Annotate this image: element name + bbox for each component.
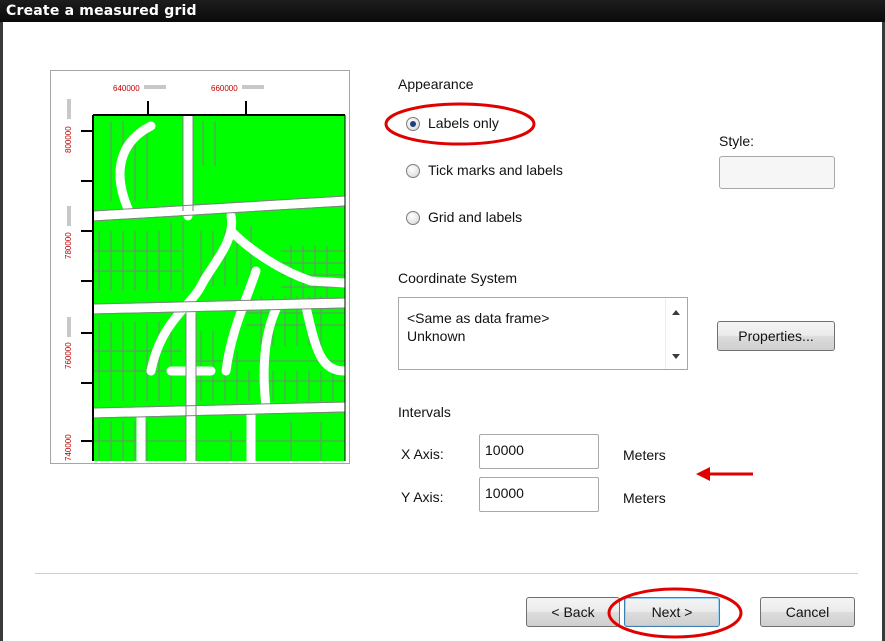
title-bar: Create a measured grid: [0, 0, 885, 22]
grid-preview: 640000 660000 800000 780000 760000 74000…: [50, 70, 350, 464]
coordinate-system-line: Unknown: [407, 328, 466, 344]
radio-label: Tick marks and labels: [428, 162, 563, 178]
y-axis-interval-input[interactable]: 10000: [479, 477, 599, 512]
radio-label: Grid and labels: [428, 209, 523, 225]
parcel-map: [88, 110, 349, 463]
y-axis-label: Y Axis:: [401, 489, 444, 505]
back-button[interactable]: < Back: [526, 597, 620, 627]
x-tick-label: 660000: [211, 84, 238, 93]
radio-labels-only[interactable]: Labels only: [406, 115, 546, 135]
footer-separator: [35, 573, 858, 574]
x-axis-label: X Axis:: [401, 446, 444, 462]
x-axis-unit: Meters: [623, 447, 666, 463]
y-tick-label: 800000: [64, 126, 73, 153]
scroll-down-icon[interactable]: [672, 354, 680, 359]
y-tick-label: 740000: [64, 434, 73, 461]
style-label: Style:: [719, 133, 755, 149]
window-frame-left: [0, 22, 3, 641]
x-axis-interval-value: 10000: [485, 442, 524, 458]
radio-button[interactable]: [406, 211, 420, 225]
x-axis-interval-input[interactable]: 10000: [479, 434, 599, 469]
y-axis-interval-value: 10000: [485, 485, 524, 501]
coordinate-system-heading: Coordinate System: [398, 270, 518, 286]
y-axis-unit: Meters: [623, 490, 666, 506]
style-selector-button[interactable]: [719, 156, 835, 189]
appearance-heading: Appearance: [398, 76, 474, 92]
x-tick-label: 640000: [113, 84, 140, 93]
next-button[interactable]: Next >: [624, 597, 720, 627]
properties-button[interactable]: Properties...: [717, 321, 835, 351]
window-title: Create a measured grid: [6, 3, 197, 19]
radio-button[interactable]: [406, 164, 420, 178]
radio-label: Labels only: [428, 115, 499, 131]
coordinate-system-scrollbar[interactable]: [665, 298, 687, 369]
y-tick-label: 760000: [64, 342, 73, 369]
intervals-heading: Intervals: [398, 404, 451, 420]
preview-map: 640000 660000 800000 780000 760000 74000…: [51, 71, 349, 463]
coordinate-system-textbox[interactable]: <Same as data frame> Unknown: [398, 297, 688, 370]
radio-tick-marks-and-labels[interactable]: Tick marks and labels: [406, 162, 606, 182]
y-tick-label: 780000: [64, 232, 73, 259]
scroll-up-icon[interactable]: [672, 310, 680, 315]
coordinate-system-line: <Same as data frame>: [407, 310, 550, 326]
cancel-button[interactable]: Cancel: [760, 597, 855, 627]
radio-grid-and-labels[interactable]: Grid and labels: [406, 209, 566, 229]
radio-button-selected[interactable]: [406, 117, 420, 131]
